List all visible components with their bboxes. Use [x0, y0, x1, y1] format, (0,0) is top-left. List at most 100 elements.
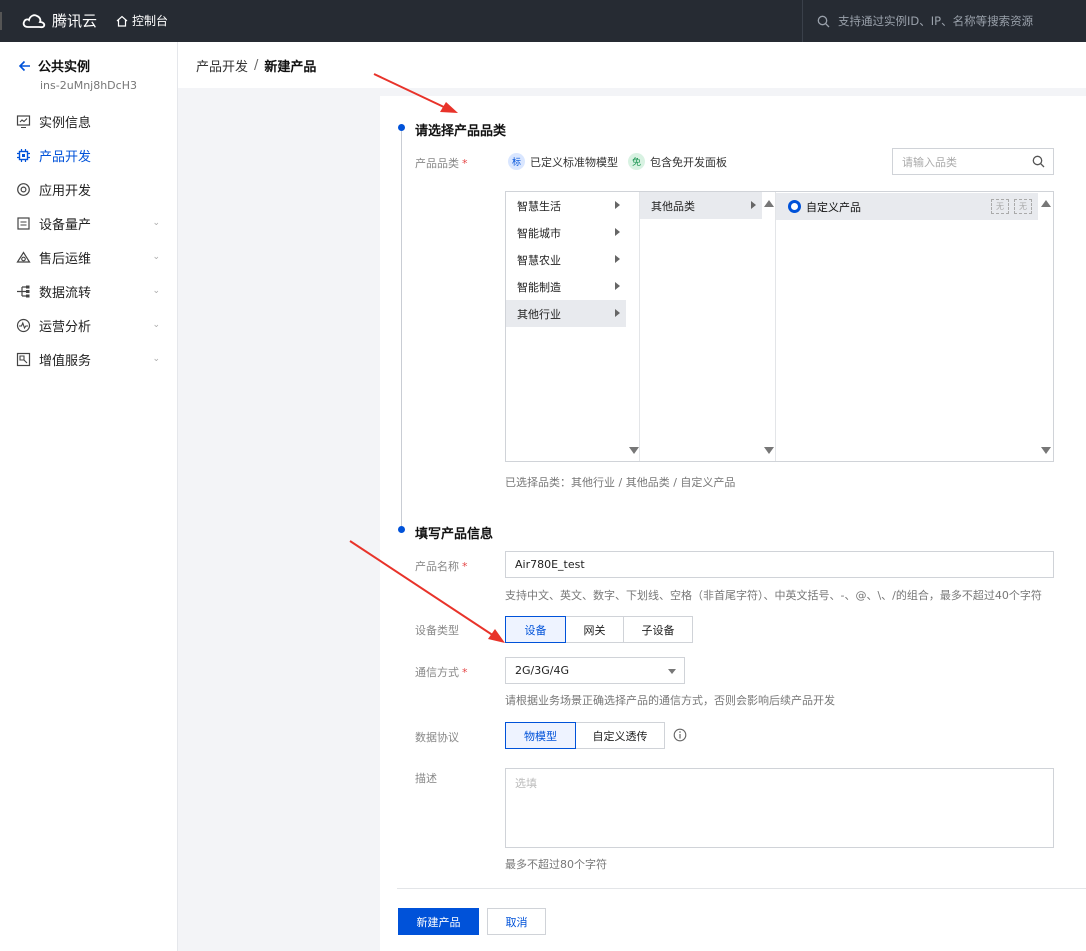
- required-mark: *: [462, 666, 468, 679]
- service-icon: [16, 352, 31, 366]
- sidebar-item-product-dev[interactable]: 产品开发: [0, 138, 178, 172]
- caret-right-icon: [615, 309, 620, 317]
- info-section-title: 填写产品信息: [415, 527, 494, 542]
- data-protocol-label: 数据协议: [415, 731, 459, 744]
- chevron-down-icon: ⌄: [152, 286, 160, 296]
- chip-icon: [17, 148, 30, 162]
- sidebar-item-label: 实例信息: [39, 115, 92, 131]
- caret-right-icon: [615, 255, 620, 263]
- scroll-down-icon[interactable]: [764, 447, 774, 454]
- sidebar-item-label: 数据流转: [39, 285, 92, 301]
- textarea-placeholder: 选填: [515, 777, 537, 790]
- option-feature-icons: 无 无: [986, 199, 1032, 214]
- cascader-column-category: 其他品类: [640, 192, 776, 461]
- cancel-button[interactable]: 取消: [487, 908, 546, 935]
- caret-right-icon: [615, 201, 620, 209]
- sidebar-item-label: 运营分析: [39, 319, 92, 335]
- option-label: 智能制造: [517, 280, 561, 294]
- option-label: 智慧农业: [517, 253, 561, 267]
- scroll-up-icon[interactable]: [764, 200, 774, 207]
- brand-name: 腾讯云: [52, 12, 98, 30]
- sidebar-item-analytics[interactable]: 运营分析 ⌄: [0, 308, 178, 342]
- device-type-device[interactable]: 设备: [505, 616, 566, 643]
- scroll-down-icon[interactable]: [629, 447, 639, 454]
- option-label: 其他品类: [651, 199, 695, 213]
- menu-edge: [0, 12, 2, 30]
- category-search-input[interactable]: 请输入品类: [892, 148, 1054, 175]
- tag-label: 包含免开发面板: [650, 155, 727, 169]
- step-timeline: [401, 131, 402, 526]
- scroll-up-icon[interactable]: [1041, 200, 1051, 207]
- step-dot: [398, 124, 405, 131]
- chevron-down-icon: ⌄: [152, 218, 160, 228]
- cascader-option-selected[interactable]: 自定义产品 无 无: [776, 193, 1038, 220]
- protocol-thing-model[interactable]: 物模型: [505, 722, 576, 749]
- caret-right-icon: [751, 201, 756, 209]
- device-type-subdevice[interactable]: 子设备: [623, 616, 693, 643]
- cloud-logo-icon: [22, 13, 46, 28]
- radio-selected-icon: [788, 200, 801, 213]
- sidebar-item-value-added[interactable]: 增值服务 ⌄: [0, 342, 178, 376]
- scroll-down-icon[interactable]: [1041, 447, 1051, 454]
- comm-method-label: 通信方式 *: [415, 664, 468, 680]
- required-mark: *: [462, 560, 468, 573]
- brand-logo-link[interactable]: 腾讯云: [22, 10, 97, 31]
- flow-icon: [17, 285, 30, 297]
- cascader-option[interactable]: 智能制造: [506, 273, 626, 300]
- cascader-option-selected[interactable]: 其他品类: [640, 192, 762, 219]
- instance-header: 公共实例 ins-2uMnj8hDcH3: [18, 56, 137, 92]
- category-cascader: 智慧生活 智能城市 智慧农业 智能制造 其他行业 其他品类 自定义产品 无 无: [505, 191, 1054, 462]
- tag-label: 已定义标准物模型: [530, 155, 618, 169]
- caret-down-icon: [668, 669, 676, 674]
- comm-method-select[interactable]: 2G/3G/4G: [505, 657, 685, 684]
- cascader-option-selected[interactable]: 其他行业: [506, 300, 626, 327]
- back-to-instances[interactable]: 公共实例: [18, 56, 137, 75]
- search-placeholder: 请输入品类: [902, 155, 957, 169]
- option-label: 自定义产品: [806, 200, 861, 214]
- instance-id: ins-2uMnj8hDcH3: [40, 79, 137, 92]
- instance-title: 公共实例: [38, 60, 91, 75]
- cascader-option[interactable]: 智慧农业: [506, 246, 626, 273]
- label-text: 产品名称: [415, 560, 459, 573]
- breadcrumb: 产品开发 / 新建产品: [178, 42, 1086, 88]
- option-label: 智慧生活: [517, 199, 561, 213]
- search-icon: [817, 15, 830, 27]
- sidebar: 公共实例 ins-2uMnj8hDcH3 实例信息 产品开发 应用开发 设备量产…: [0, 42, 178, 951]
- resource-search-input[interactable]: 支持通过实例ID、IP、名称等搜索资源: [802, 0, 1086, 42]
- option-label: 智能城市: [517, 226, 561, 240]
- device-type-gateway[interactable]: 网关: [565, 616, 624, 643]
- breadcrumb-separator: /: [254, 57, 259, 73]
- category-field-label: 产品品类 *: [415, 155, 468, 171]
- sidebar-item-mass-production[interactable]: 设备量产 ⌄: [0, 206, 178, 240]
- no-standard-icon: 无: [991, 199, 1009, 214]
- required-mark: *: [462, 157, 468, 170]
- arrow-left-icon: [18, 60, 30, 71]
- breadcrumb-parent[interactable]: 产品开发: [196, 56, 248, 75]
- sidebar-item-after-sales[interactable]: 售后运维 ⌄: [0, 240, 178, 274]
- select-value: 2G/3G/4G: [515, 664, 569, 677]
- description-textarea[interactable]: 选填: [505, 768, 1054, 848]
- selected-category-path: 已选择品类：其他行业 / 其他品类 / 自定义产品: [505, 476, 736, 489]
- home-icon: [116, 15, 128, 27]
- info-icon[interactable]: [673, 728, 687, 742]
- console-link[interactable]: 控制台: [116, 12, 168, 29]
- maintenance-icon: [16, 250, 31, 263]
- no-panel-icon: 无: [1014, 199, 1032, 214]
- protocol-custom-passthrough[interactable]: 自定义透传: [575, 722, 665, 749]
- search-placeholder: 支持通过实例ID、IP、名称等搜索资源: [838, 14, 1034, 28]
- product-name-hint: 支持中文、英文、数字、下划线、空格（非首尾字符）、中英文括号、-、@、\、/的组…: [505, 589, 1042, 602]
- footer-divider: [397, 888, 1086, 889]
- sidebar-item-app-dev[interactable]: 应用开发: [0, 172, 178, 206]
- sidebar-item-instance-info[interactable]: 实例信息: [0, 104, 178, 138]
- chevron-down-icon: ⌄: [152, 320, 160, 330]
- sidebar-item-label: 设备量产: [39, 217, 92, 233]
- cascader-option[interactable]: 智能城市: [506, 219, 626, 246]
- product-name-input[interactable]: Air780E_test: [505, 551, 1054, 578]
- chevron-down-icon: ⌄: [152, 252, 160, 262]
- sidebar-item-label: 应用开发: [39, 183, 92, 199]
- create-product-button[interactable]: 新建产品: [398, 908, 479, 935]
- option-label: 其他行业: [517, 307, 561, 321]
- cascader-option[interactable]: 智慧生活: [506, 192, 626, 219]
- label-text: 产品品类: [415, 157, 459, 170]
- sidebar-item-data-flow[interactable]: 数据流转 ⌄: [0, 274, 178, 308]
